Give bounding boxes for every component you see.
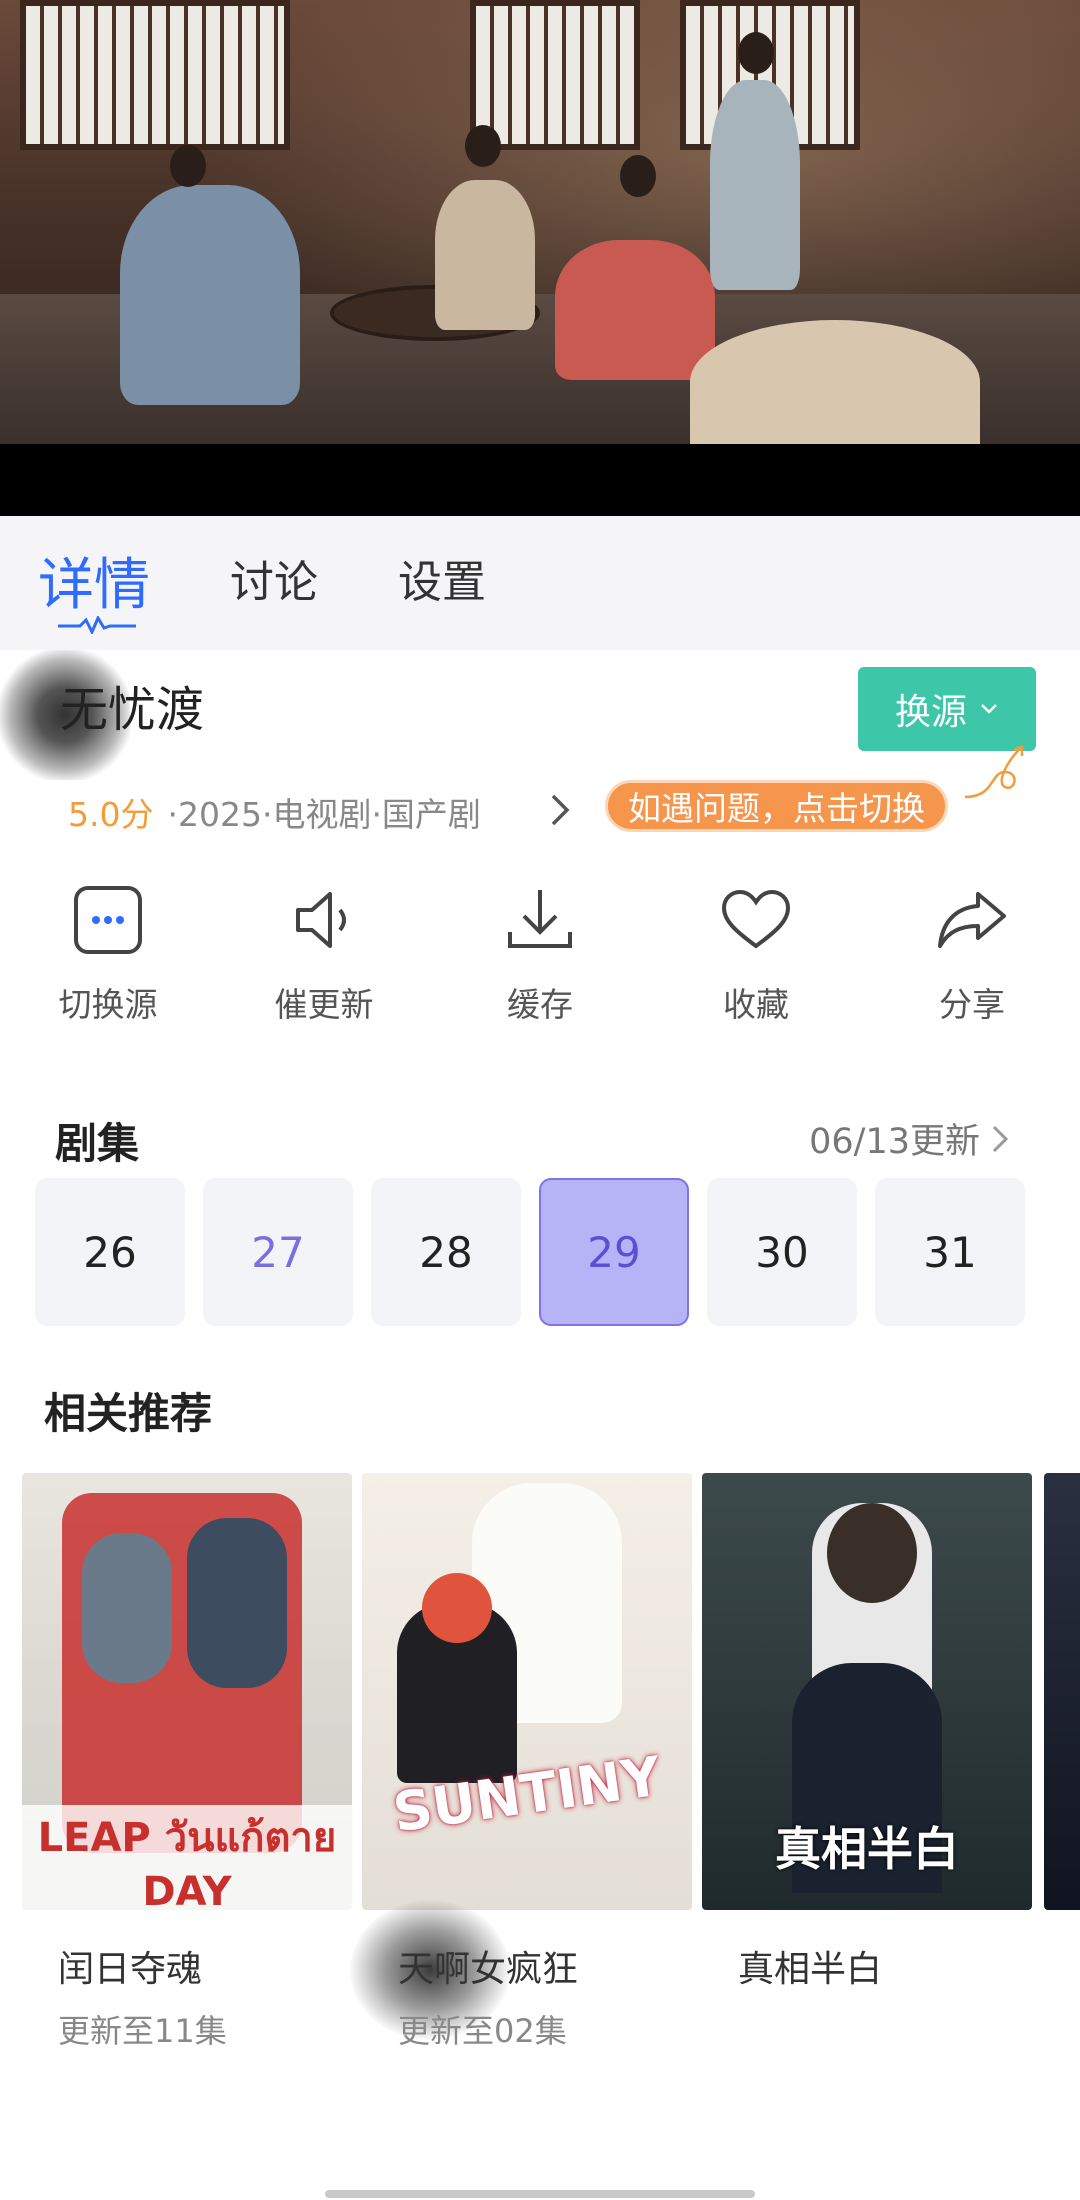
recommend-card-peek[interactable]	[1044, 1473, 1080, 1910]
action-row: 切换源 催更新 缓存 收藏 分享	[0, 880, 1080, 1024]
recommend-item-title[interactable]: 天啊女疯狂	[398, 1940, 578, 1992]
action-favorite[interactable]: 收藏	[676, 880, 836, 1026]
tab-settings[interactable]: 设置	[398, 546, 486, 610]
episode-item[interactable]: 27	[203, 1178, 353, 1326]
poster-graphic	[82, 1533, 172, 1683]
recommend-item-title[interactable]: 闰日夺魂	[58, 1940, 202, 1992]
recommend-poster: SUNTINY	[362, 1473, 692, 1910]
heart-icon	[721, 889, 791, 949]
tab-details[interactable]: 详情	[38, 540, 150, 621]
episode-item[interactable]: 30	[707, 1178, 857, 1326]
recommend-poster: LEAP วันแก้ตาย DAY	[22, 1473, 352, 1910]
video-window-center	[470, 0, 640, 150]
video-head-2	[465, 125, 501, 167]
episodes-title: 剧集	[55, 1119, 140, 1168]
video-head-4	[738, 32, 774, 74]
recommend-item-subtitle: 更新至02集	[398, 2012, 567, 2050]
action-label: 催更新	[274, 985, 374, 1024]
episodes-update-label: 06/13更新	[809, 1122, 980, 1162]
recommend-card[interactable]: LEAP วันแก้ตาย DAY	[22, 1473, 352, 1910]
video-head-1	[170, 145, 206, 187]
home-indicator[interactable]	[325, 2190, 755, 2198]
details-panel: 无忧渡 换源 5.0分 ·2025·电视剧·国产剧 如遇问题，点击切换 切换源	[0, 650, 1080, 2200]
video-figure-1	[120, 185, 300, 405]
recommend-card[interactable]: SUNTINY	[362, 1473, 692, 1910]
poster-text: LEAP วันแก้ตาย DAY	[22, 1805, 352, 1910]
more-dots-icon	[74, 886, 142, 954]
video-figure-2	[435, 180, 535, 330]
action-label: 切换源	[58, 985, 158, 1024]
speaker-icon	[296, 892, 346, 948]
chevron-right-icon	[992, 1125, 1009, 1152]
poster-graphic	[827, 1503, 917, 1603]
switch-source-button[interactable]: 换源	[858, 667, 1036, 751]
recommend-row: LEAP วันแก้ตาย DAY SUNTINY 真相半白	[22, 1473, 1080, 1923]
switch-tip-bubble[interactable]: 如遇问题，点击切换	[605, 780, 948, 832]
video-frame	[0, 0, 1080, 444]
action-label: 分享	[939, 985, 1005, 1024]
action-label: 缓存	[507, 985, 573, 1024]
show-title: 无忧渡	[60, 682, 205, 738]
share-icon	[938, 892, 1006, 948]
download-icon	[508, 890, 572, 948]
recommend-card[interactable]: 真相半白	[702, 1473, 1032, 1910]
recommend-poster	[1044, 1473, 1080, 1910]
video-head-3	[620, 155, 656, 197]
switch-source-label: 换源	[894, 692, 967, 733]
tab-bar: 详情 讨论 设置	[0, 516, 1080, 650]
tab-discussion[interactable]: 讨论	[230, 546, 318, 610]
tab-active-indicator	[58, 616, 136, 634]
show-meta: 5.0分 ·2025·电视剧·国产剧	[68, 788, 481, 836]
recommend-poster: 真相半白	[702, 1473, 1032, 1910]
action-urge-update[interactable]: 催更新	[244, 880, 404, 1026]
video-figure-5	[690, 320, 980, 444]
show-meta-info: ·2025·电视剧·国产剧	[167, 795, 481, 834]
action-cache[interactable]: 缓存	[460, 880, 620, 1026]
episodes-update[interactable]: 06/13更新	[809, 1113, 1012, 1164]
show-score: 5.0分	[68, 795, 154, 834]
chevron-down-icon	[981, 704, 997, 714]
video-player[interactable]	[0, 0, 1080, 516]
video-figure-4	[710, 80, 800, 290]
recommend-item-subtitle: 更新至11集	[58, 2012, 227, 2050]
tip-curl-arrow	[964, 745, 1024, 799]
recommend-title: 相关推荐	[44, 1389, 213, 1438]
episode-item[interactable]: 26	[35, 1178, 185, 1326]
video-window-left	[20, 0, 290, 150]
poster-graphic	[422, 1573, 492, 1643]
action-label: 收藏	[723, 985, 789, 1024]
poster-graphic	[187, 1518, 287, 1688]
episode-item[interactable]: 31	[875, 1178, 1025, 1326]
episode-item[interactable]: 28	[371, 1178, 521, 1326]
action-switch-source[interactable]: 切换源	[28, 880, 188, 1026]
poster-text: 真相半白	[775, 1822, 959, 1876]
video-figure-3	[555, 240, 715, 380]
action-share[interactable]: 分享	[892, 880, 1052, 1026]
episode-item-current[interactable]: 29	[539, 1178, 689, 1326]
recommend-item-title[interactable]: 真相半白	[738, 1940, 882, 1992]
chevron-right-icon[interactable]	[545, 790, 575, 830]
